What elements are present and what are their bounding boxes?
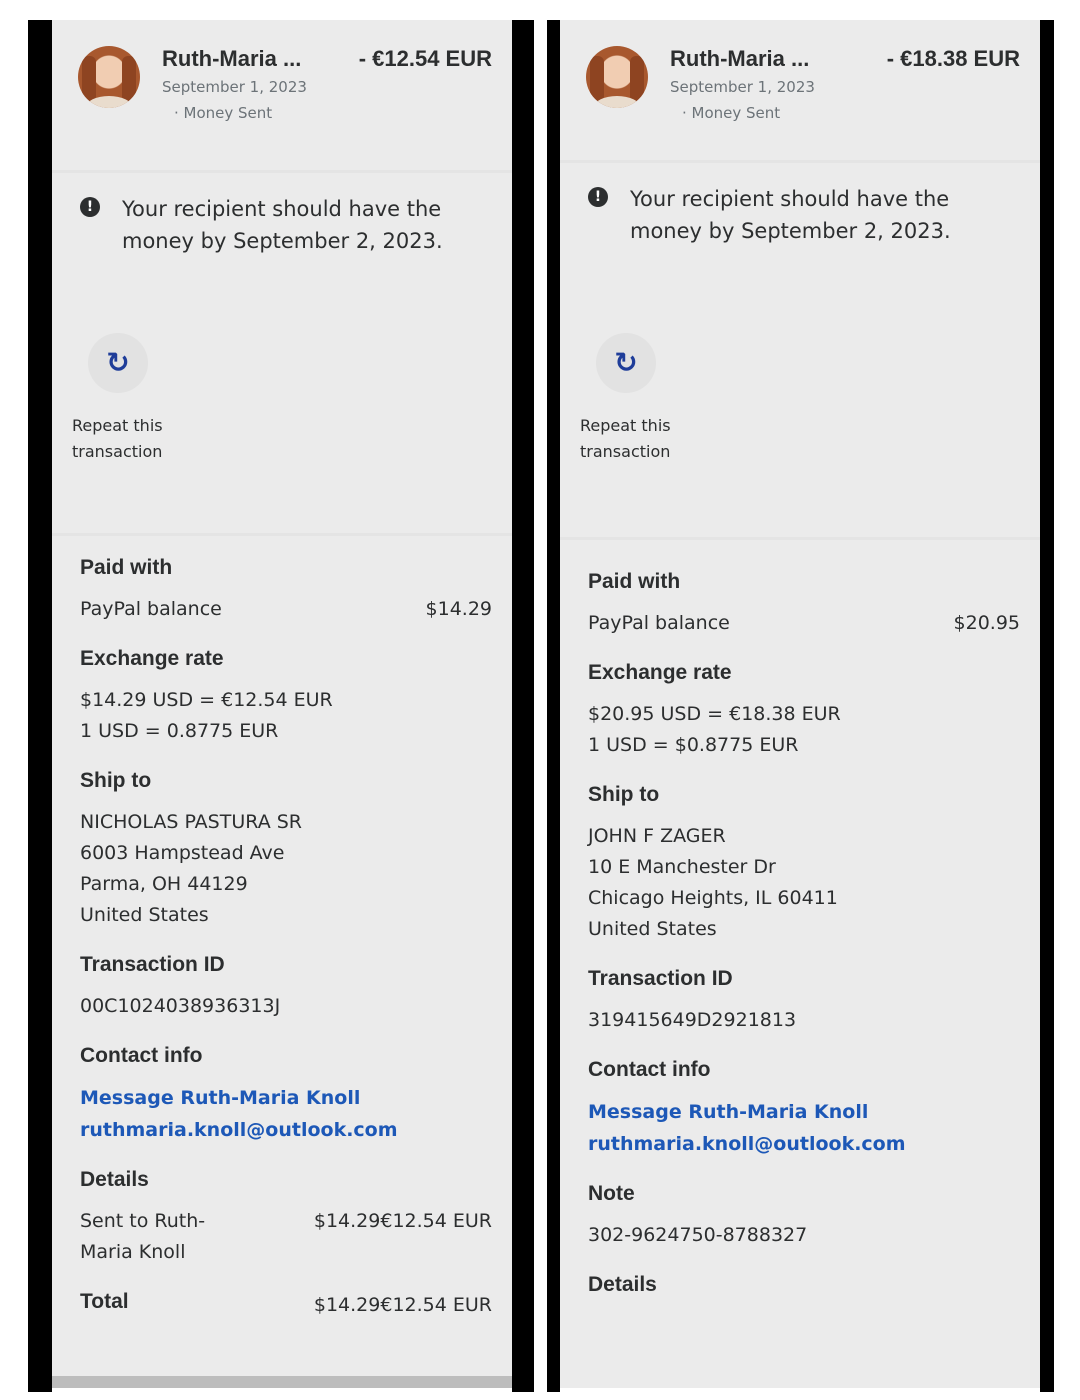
payment-method: PayPal balance xyxy=(80,598,222,620)
contact-info-heading: Contact info xyxy=(80,1044,203,1067)
delivery-notice: ! Your recipient should have the money b… xyxy=(560,160,1040,283)
avatar xyxy=(586,46,648,108)
total-label: Total xyxy=(80,1290,129,1313)
right-frame-bar-right xyxy=(1040,20,1054,1392)
exchange-line-1: $20.95 USD = €18.38 EUR xyxy=(588,703,841,725)
repeat-transaction-area: ↻ Repeat this transaction xyxy=(560,283,1040,540)
transaction-amount: - €18.38 EUR xyxy=(886,46,1020,71)
ship-to-name: JOHN F ZAGER xyxy=(588,825,726,847)
exchange-rate-section: Exchange rate $20.95 USD = €18.38 EUR 1 … xyxy=(560,661,1040,761)
right-frame-bar xyxy=(547,20,560,1392)
email-link[interactable]: ruthmaria.knoll@outlook.com xyxy=(80,1114,492,1146)
repeat-transaction-label[interactable]: Repeat this transaction xyxy=(72,413,192,465)
note-section: Note 302-9624750-8788327 xyxy=(560,1182,1040,1251)
bottom-strip xyxy=(52,1376,512,1388)
repeat-transaction-label[interactable]: Repeat this transaction xyxy=(580,413,700,465)
delivery-notice-text: Your recipient should have the money by … xyxy=(122,197,443,253)
paid-with-section: Paid with PayPal balance $20.95 xyxy=(560,540,1040,639)
contact-info-section: Contact info Message Ruth-Maria Knoll ru… xyxy=(52,1044,512,1146)
details-heading: Details xyxy=(588,1273,657,1296)
ship-to-country: United States xyxy=(588,918,717,940)
details-section: Details Sent to Ruth-Maria Knoll $14.29€… xyxy=(52,1168,512,1268)
details-sent-value: $14.29€12.54 EUR xyxy=(313,1210,492,1232)
payment-value: $20.95 xyxy=(953,612,1020,634)
paid-with-heading: Paid with xyxy=(588,570,681,593)
note-heading: Note xyxy=(588,1182,635,1205)
transaction-details-right: Ruth-Maria ... - €18.38 EUR September 1,… xyxy=(560,20,1040,1388)
ship-to-heading: Ship to xyxy=(588,783,660,806)
exchange-line-1: $14.29 USD = €12.54 EUR xyxy=(80,689,333,711)
delivery-notice: ! Your recipient should have the money b… xyxy=(52,170,512,283)
exchange-line-2: 1 USD = 0.8775 EUR xyxy=(80,720,279,742)
ship-to-country: United States xyxy=(80,904,209,926)
transaction-header: Ruth-Maria ... - €18.38 EUR September 1,… xyxy=(560,20,1040,160)
recipient-name: Ruth-Maria ... xyxy=(670,46,810,71)
refresh-icon[interactable]: ↻ xyxy=(596,333,656,393)
transaction-id-heading: Transaction ID xyxy=(588,967,733,990)
ship-to-name: NICHOLAS PASTURA SR xyxy=(80,811,302,833)
exchange-rate-section: Exchange rate $14.29 USD = €12.54 EUR 1 … xyxy=(52,647,512,747)
info-icon: ! xyxy=(588,187,608,207)
paid-with-section: Paid with PayPal balance $14.29 xyxy=(52,536,512,625)
repeat-transaction-area: ↻ Repeat this transaction xyxy=(52,283,512,536)
transaction-type: · Money Sent xyxy=(174,104,273,122)
exchange-line-2: 1 USD = $0.8775 EUR xyxy=(588,734,799,756)
left-frame-bar-right xyxy=(512,20,534,1392)
contact-info-section: Contact info Message Ruth-Maria Knoll ru… xyxy=(560,1058,1040,1160)
email-link[interactable]: ruthmaria.knoll@outlook.com xyxy=(588,1128,1020,1160)
contact-info-heading: Contact info xyxy=(588,1058,711,1081)
details-sent-to: Sent to Ruth-Maria Knoll xyxy=(80,1210,206,1263)
ship-to-street: 10 E Manchester Dr xyxy=(588,856,776,878)
transaction-id-section: Transaction ID 00C1024038936313J xyxy=(52,953,512,1022)
ship-to-street: 6003 Hampstead Ave xyxy=(80,842,285,864)
recipient-name: Ruth-Maria ... xyxy=(162,46,302,71)
transaction-id: 319415649D2921813 xyxy=(588,1009,797,1031)
left-frame-bar xyxy=(28,20,52,1392)
details-heading: Details xyxy=(80,1168,149,1191)
ship-to-city: Parma, OH 44129 xyxy=(80,873,248,895)
transaction-id-section: Transaction ID 319415649D2921813 xyxy=(560,967,1040,1036)
payment-value: $14.29 xyxy=(425,598,492,620)
details-section: Details xyxy=(560,1273,1040,1297)
ship-to-heading: Ship to xyxy=(80,769,152,792)
payment-method: PayPal balance xyxy=(588,612,730,634)
transaction-header: Ruth-Maria ... - €12.54 EUR September 1,… xyxy=(52,20,512,170)
transaction-id: 00C1024038936313J xyxy=(80,995,281,1017)
avatar xyxy=(78,46,140,108)
ship-to-city: Chicago Heights, IL 60411 xyxy=(588,887,838,909)
transaction-details-left: Ruth-Maria ... - €12.54 EUR September 1,… xyxy=(52,20,512,1388)
exchange-rate-heading: Exchange rate xyxy=(588,661,732,684)
total-value: $14.29€12.54 EUR xyxy=(313,1294,492,1316)
ship-to-section: Ship to JOHN F ZAGER 10 E Manchester Dr … xyxy=(560,783,1040,945)
transaction-amount: - €12.54 EUR xyxy=(358,46,492,71)
transaction-date: September 1, 2023 xyxy=(162,78,307,96)
message-link[interactable]: Message Ruth-Maria Knoll xyxy=(588,1096,1020,1128)
note-text: 302-9624750-8788327 xyxy=(588,1224,808,1246)
transaction-id-heading: Transaction ID xyxy=(80,953,225,976)
message-link[interactable]: Message Ruth-Maria Knoll xyxy=(80,1082,492,1114)
exchange-rate-heading: Exchange rate xyxy=(80,647,224,670)
refresh-icon[interactable]: ↻ xyxy=(88,333,148,393)
transaction-date: September 1, 2023 xyxy=(670,78,815,96)
transaction-type: · Money Sent xyxy=(682,104,781,122)
total-section: Total $14.29€12.54 EUR xyxy=(52,1290,512,1321)
delivery-notice-text: Your recipient should have the money by … xyxy=(630,187,951,243)
paid-with-heading: Paid with xyxy=(80,556,173,579)
info-icon: ! xyxy=(80,197,100,217)
ship-to-section: Ship to NICHOLAS PASTURA SR 6003 Hampste… xyxy=(52,769,512,931)
